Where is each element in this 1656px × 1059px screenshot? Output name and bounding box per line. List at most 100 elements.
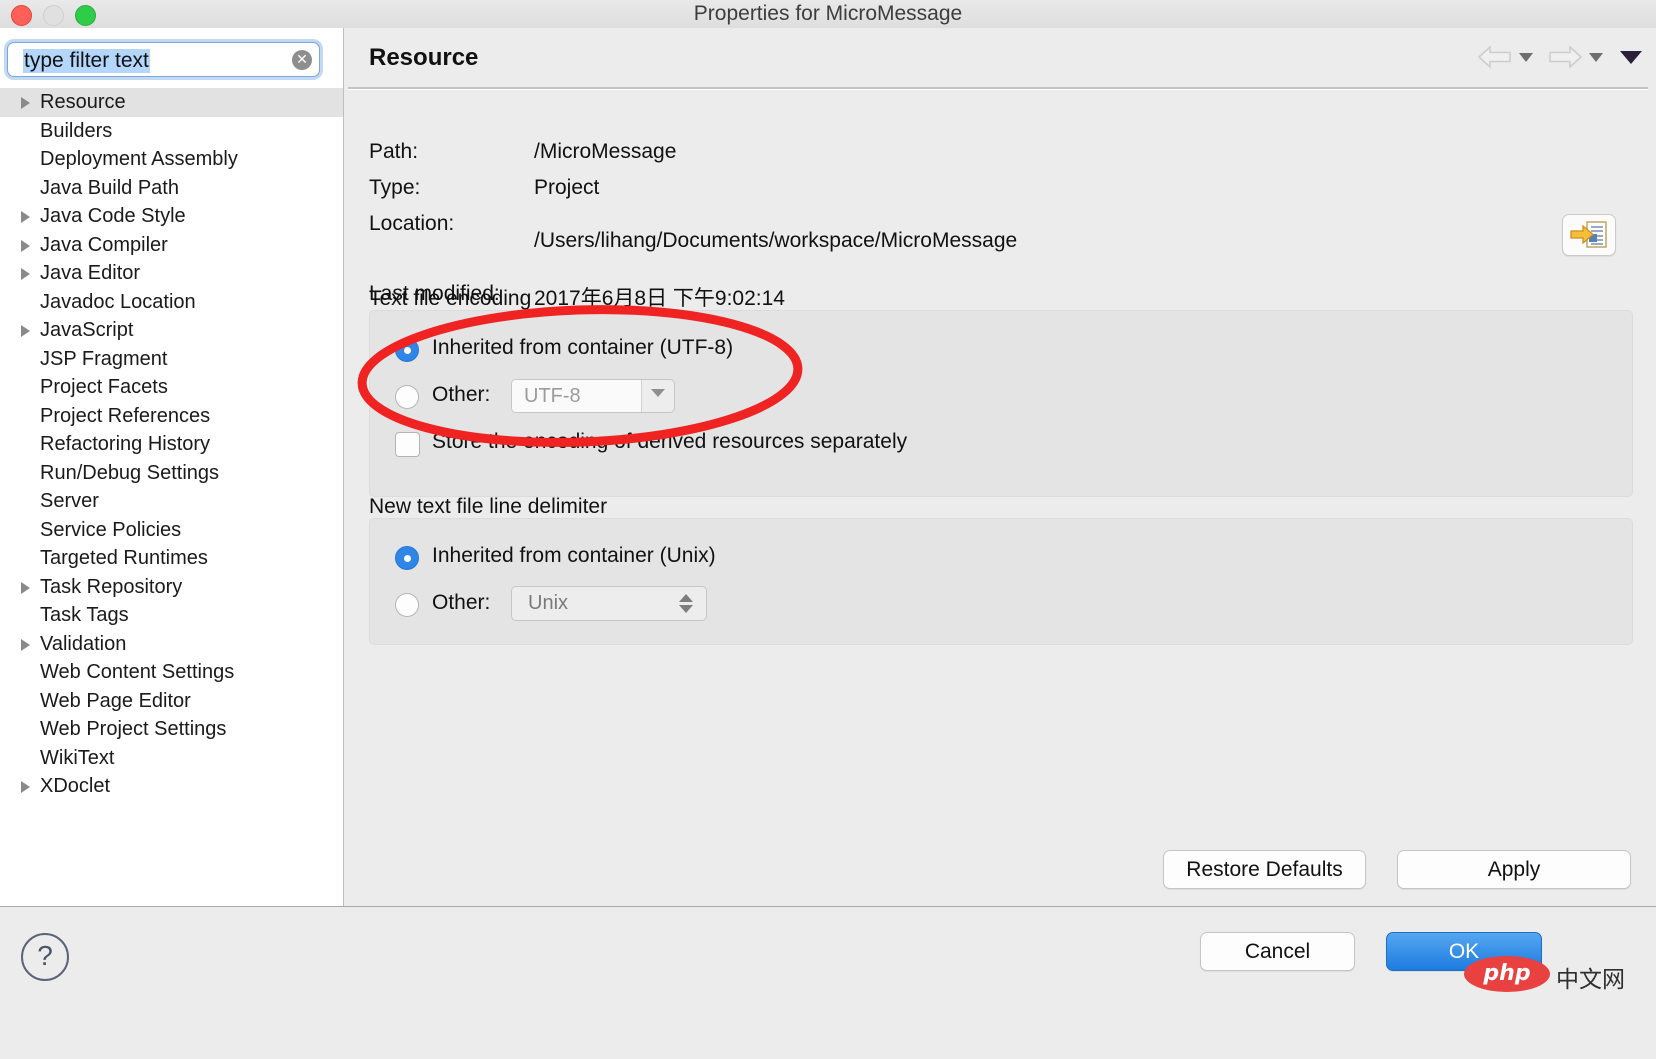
sidebar-item-label: Resource (40, 91, 126, 113)
chevron-right-icon[interactable] (21, 239, 30, 252)
back-chevron-down-icon[interactable] (1519, 52, 1533, 62)
sidebar-item-label: Deployment Assembly (40, 148, 238, 170)
main-content: Resource Path: /MicroMessage Type: Proje… (344, 28, 1656, 906)
stepper-up-icon[interactable] (679, 594, 693, 602)
sidebar-item-label: Java Build Path (40, 176, 179, 199)
encoding-inherited-radio[interactable] (395, 338, 419, 362)
sidebar-item-xdoclet[interactable]: XDoclet (0, 772, 343, 801)
delimiter-group-box (369, 518, 1633, 645)
encoding-group-label: Text file encoding (369, 287, 532, 310)
last-modified-value: 2017年6月8日 下午9:02:14 (534, 287, 785, 310)
settings-tree: Resource Builders Deployment Assembly Ja… (0, 88, 343, 801)
dialog-footer: ? Cancel OK (0, 906, 1656, 1059)
clear-icon[interactable]: ✕ (292, 50, 312, 70)
sidebar-item-resource[interactable]: Resource (0, 88, 343, 117)
delimiter-other-label: Other: (432, 591, 491, 614)
sidebar-item-label: Service Policies (40, 518, 182, 541)
delimiter-other-value: Unix (528, 592, 569, 614)
sidebar-item-label: Targeted Runtimes (40, 547, 208, 569)
filter-field-wrap: type filter text ✕ (7, 42, 322, 79)
sidebar: type filter text ✕ Resource Builders Dep… (0, 28, 344, 906)
sidebar-item-wikitext[interactable]: WikiText (0, 744, 343, 773)
sidebar-item-label: JSP Fragment (40, 347, 168, 370)
sidebar-item-label: Validation (40, 632, 127, 655)
sidebar-item-java-build-path[interactable]: Java Build Path (0, 174, 343, 203)
sidebar-item-web-page-editor[interactable]: Web Page Editor (0, 687, 343, 716)
delimiter-inherited-radio[interactable] (395, 546, 419, 570)
encoding-other-radio[interactable] (395, 385, 419, 409)
forward-arrow-icon[interactable] (1546, 44, 1584, 70)
encoding-inherited-label: Inherited from container (UTF-8) (432, 336, 734, 359)
sidebar-item-project-references[interactable]: Project References (0, 402, 343, 431)
sidebar-item-task-repository[interactable]: Task Repository (0, 573, 343, 602)
delimiter-other-radio[interactable] (395, 593, 419, 617)
chevron-right-icon[interactable] (21, 581, 30, 594)
sidebar-item-web-content-settings[interactable]: Web Content Settings (0, 658, 343, 687)
delimiter-group-label: New text file line delimiter (369, 495, 608, 518)
sidebar-item-javascript[interactable]: JavaScript (0, 316, 343, 345)
view-menu-triangle-down-icon[interactable] (1620, 50, 1642, 64)
chevron-down-icon[interactable] (651, 389, 665, 397)
sidebar-item-label: Task Tags (40, 604, 129, 626)
sidebar-item-label: Javadoc Location (40, 290, 196, 313)
sidebar-item-java-editor[interactable]: Java Editor (0, 259, 343, 288)
reveal-in-explorer-icon (1570, 221, 1607, 248)
sidebar-item-label: Project References (40, 404, 211, 427)
apply-button[interactable]: Apply (1397, 850, 1631, 889)
sidebar-item-project-facets[interactable]: Project Facets (0, 373, 343, 402)
location-value: /Users/lihang/Documents/workspace/MicroM… (534, 229, 1018, 252)
chevron-right-icon[interactable] (21, 638, 30, 651)
type-label: Type: (369, 176, 421, 199)
sidebar-item-label: Run/Debug Settings (40, 461, 220, 484)
sidebar-item-service-policies[interactable]: Service Policies (0, 516, 343, 545)
sidebar-item-targeted-runtimes[interactable]: Targeted Runtimes (0, 544, 343, 573)
chevron-right-icon[interactable] (21, 781, 30, 793)
sidebar-item-deployment-assembly[interactable]: Deployment Assembly (0, 145, 343, 174)
sidebar-item-web-project-settings[interactable]: Web Project Settings (0, 715, 343, 744)
sidebar-item-label: Project Facets (40, 376, 168, 398)
encoding-other-label: Other: (432, 383, 491, 406)
sidebar-item-label: WikiText (40, 746, 115, 769)
chevron-right-icon[interactable] (21, 268, 30, 280)
sidebar-item-builders[interactable]: Builders (0, 117, 343, 146)
page-header: Resource (344, 28, 1656, 90)
encoding-other-value: UTF-8 (524, 385, 581, 407)
help-button[interactable]: ? (21, 933, 69, 981)
watermark-badge: php (1464, 956, 1550, 992)
cancel-button[interactable]: Cancel (1200, 932, 1355, 971)
sidebar-item-task-tags[interactable]: Task Tags (0, 601, 343, 630)
sidebar-item-label: Builders (40, 119, 113, 142)
restore-defaults-button[interactable]: Restore Defaults (1163, 850, 1366, 889)
sidebar-item-label: Refactoring History (40, 433, 211, 455)
encoding-other-combobox[interactable]: UTF-8 (511, 379, 675, 413)
path-label: Path: (369, 140, 419, 163)
sidebar-item-jsp-fragment[interactable]: JSP Fragment (0, 345, 343, 374)
stepper-down-icon[interactable] (679, 605, 693, 613)
sidebar-item-label: Java Code Style (40, 205, 186, 227)
chevron-right-icon[interactable] (21, 211, 30, 223)
watermark: php 中文网 (1464, 952, 1648, 996)
chevron-right-icon[interactable] (21, 97, 30, 109)
sidebar-item-validation[interactable]: Validation (0, 630, 343, 659)
sidebar-item-label: Java Compiler (40, 233, 168, 256)
sidebar-item-javadoc-location[interactable]: Javadoc Location (0, 288, 343, 317)
location-label: Location: (369, 212, 455, 235)
type-value: Project (534, 176, 600, 199)
sidebar-item-java-code-style[interactable]: Java Code Style (0, 202, 343, 231)
store-encoding-checkbox[interactable] (395, 432, 420, 457)
chevron-right-icon[interactable] (21, 325, 30, 337)
sidebar-item-run-debug-settings[interactable]: Run/Debug Settings (0, 459, 343, 488)
delimiter-other-stepper[interactable]: Unix (511, 586, 707, 621)
forward-chevron-down-icon[interactable] (1589, 52, 1603, 62)
sidebar-item-refactoring-history[interactable]: Refactoring History (0, 430, 343, 459)
sidebar-item-label: JavaScript (40, 319, 134, 341)
sidebar-item-label: Server (40, 490, 99, 512)
path-value: /MicroMessage (534, 140, 677, 163)
sidebar-item-label: Web Content Settings (40, 661, 235, 683)
sidebar-item-java-compiler[interactable]: Java Compiler (0, 231, 343, 260)
reveal-in-explorer-button[interactable] (1562, 214, 1616, 256)
back-arrow-icon[interactable] (1476, 44, 1514, 70)
watermark-text: 中文网 (1556, 966, 1625, 992)
sidebar-item-server[interactable]: Server (0, 487, 343, 516)
window-title: Properties for MicroMessage (693, 2, 963, 25)
